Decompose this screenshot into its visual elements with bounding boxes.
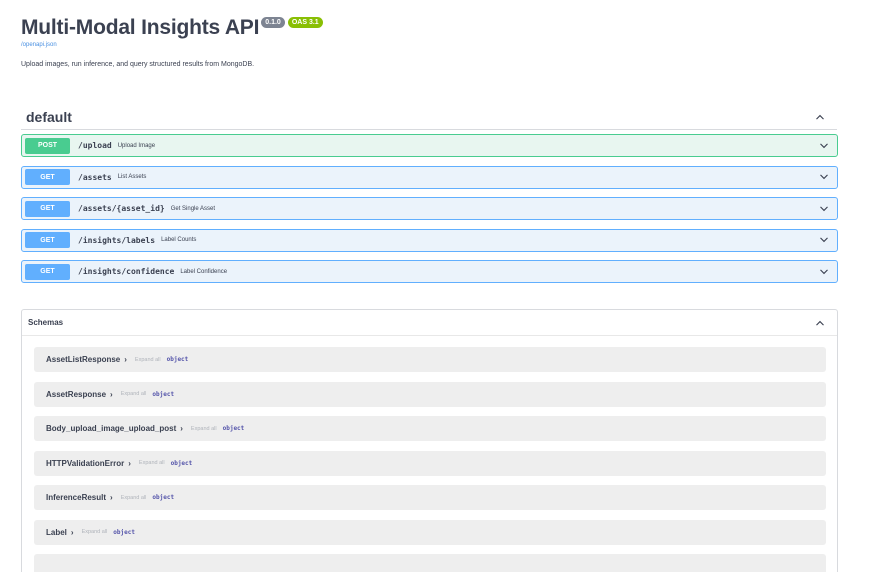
schema-type: object [166, 356, 189, 363]
operation-path: /insights/labels [78, 235, 156, 245]
tag-section-header[interactable]: default [21, 104, 837, 130]
version-badge: 0.1.0 [261, 17, 285, 28]
method-badge: GET [25, 169, 70, 185]
chevron-down-icon[interactable] [817, 202, 831, 216]
chevron-right-icon: › [180, 424, 183, 433]
expand-all-link[interactable]: Expand all [121, 391, 147, 397]
expand-all-link[interactable]: Expand all [82, 529, 108, 535]
operation-summary: Label Confidence [180, 268, 228, 275]
openapi-spec-link[interactable]: /openapi.json [21, 42, 841, 48]
schema-type: object [113, 528, 135, 536]
title-row: Multi-Modal Insights API 0.1.0 OAS 3.1 [21, 14, 841, 42]
operation-summary: Label Counts [161, 237, 197, 243]
operation-summary: Upload Image [117, 142, 156, 149]
expand-all-link[interactable]: Expand all [121, 495, 147, 501]
expand-all-link[interactable]: Expand all [191, 426, 217, 432]
schema-list: AssetListResponse › Expand all object As… [22, 336, 837, 572]
page-title: Multi-Modal Insights API [21, 16, 260, 39]
operation-upload[interactable]: POST /upload Upload Image [21, 134, 838, 157]
schemas-header[interactable]: Schemas [22, 310, 837, 336]
schema-name: HTTPValidationError [46, 458, 125, 468]
operation-path: /upload [78, 141, 112, 150]
expand-all-link[interactable]: Expand all [135, 357, 161, 363]
method-badge: POST [25, 137, 70, 154]
chevron-right-icon: › [110, 493, 113, 502]
api-description: Upload images, run inference, and query … [21, 61, 255, 68]
schema-item-partial[interactable] [34, 554, 826, 572]
chevron-down-icon[interactable] [817, 170, 831, 184]
operations-list: POST /upload Upload Image GET /assets Li… [21, 134, 838, 292]
api-info: Multi-Modal Insights API 0.1.0 OAS 3.1 /… [21, 14, 841, 68]
operation-path: /insights/confidence [78, 267, 175, 276]
schemas-title: Schemas [28, 318, 64, 327]
chevron-up-icon[interactable] [813, 316, 827, 330]
chevron-right-icon: › [110, 389, 113, 399]
operation-assets[interactable]: GET /assets List Assets [21, 165, 838, 189]
schemas-section: Schemas AssetListResponse › Expand all o… [21, 309, 838, 572]
chevron-right-icon: › [70, 527, 74, 537]
schema-item[interactable]: InferenceResult › Expand all object [34, 485, 826, 510]
operation-asset-by-id[interactable]: GET /assets/{asset_id} Get Single Asset [21, 197, 838, 220]
schema-name: InferenceResult [46, 493, 107, 502]
operation-insights-labels[interactable]: GET /insights/labels Label Counts [21, 228, 838, 252]
chevron-down-icon[interactable] [817, 139, 831, 153]
operation-path: /assets/{asset_id} [78, 204, 165, 213]
schema-type: object [170, 459, 193, 467]
tag-name: default [26, 108, 72, 125]
schema-item[interactable]: Label › Expand all object [34, 519, 826, 545]
operation-summary: List Assets [117, 174, 147, 180]
schema-item[interactable]: AssetListResponse › Expand all object [34, 347, 826, 372]
operation-path: /assets [78, 172, 112, 182]
schema-name: Label [46, 527, 67, 537]
schema-name: AssetResponse [46, 389, 107, 399]
operation-summary: Get Single Asset [170, 205, 216, 212]
chevron-right-icon: › [124, 355, 127, 364]
chevron-right-icon: › [128, 458, 131, 468]
schema-type: object [152, 390, 175, 398]
oas-badge: OAS 3.1 [287, 17, 323, 28]
schema-type: object [222, 425, 245, 432]
schema-name: Body_upload_image_upload_post [46, 424, 177, 433]
operation-insights-confidence[interactable]: GET /insights/confidence Label Confidenc… [21, 260, 838, 283]
schema-item[interactable]: AssetResponse › Expand all object [34, 381, 826, 407]
chevron-down-icon[interactable] [817, 265, 831, 279]
schema-item[interactable]: HTTPValidationError › Expand all object [34, 450, 826, 476]
schema-item[interactable]: Body_upload_image_upload_post › Expand a… [34, 416, 826, 441]
schema-name: AssetListResponse [46, 355, 121, 364]
method-badge: GET [25, 232, 70, 248]
method-badge: GET [25, 263, 70, 280]
chevron-down-icon[interactable] [817, 233, 831, 247]
method-badge: GET [25, 200, 70, 217]
chevron-up-icon[interactable] [813, 110, 827, 124]
expand-all-link[interactable]: Expand all [139, 460, 165, 466]
schema-type: object [152, 494, 175, 501]
